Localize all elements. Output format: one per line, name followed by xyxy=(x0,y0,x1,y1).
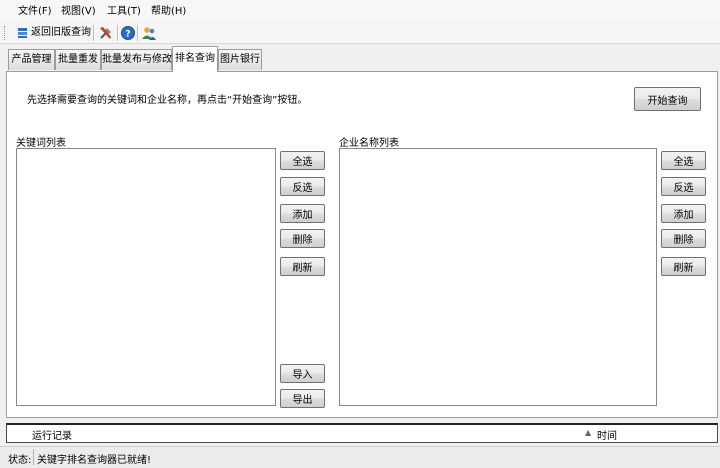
menu-bar: 文件(F) 视图(V) 工具(T) 帮助(H) xyxy=(0,0,720,22)
back-to-old-query-label: 返回旧版查询 xyxy=(31,27,91,38)
status-bar: 状态: 关键字排名查询器已就绪! xyxy=(0,446,720,468)
menu-help[interactable]: 帮助(H) xyxy=(148,5,189,19)
status-divider xyxy=(33,449,34,465)
menu-view[interactable]: 视图(V) xyxy=(58,5,99,19)
keyword-add-button[interactable]: 添加 xyxy=(280,204,325,223)
tab-batch-publish-modify[interactable]: 批量发布与修改 xyxy=(101,49,172,70)
company-listbox[interactable] xyxy=(339,148,657,406)
tools-button[interactable] xyxy=(98,25,114,41)
users-icon xyxy=(142,27,156,40)
help-icon: ? xyxy=(121,26,135,40)
sort-asc-icon: ▲ xyxy=(585,428,592,437)
tab-strip: 产品管理 批量重发 批量发布与修改 排名查询 图片银行 xyxy=(0,44,720,72)
run-log-header: 运行记录 ▲ 时间 xyxy=(6,423,718,443)
log-column-record[interactable]: 运行记录 xyxy=(32,427,72,442)
keyword-import-button[interactable]: 导入 xyxy=(280,364,325,383)
rank-query-panel: 先选择需要查询的关键词和企业名称，再点击“开始查询”按钮。 开始查询 关键词列表… xyxy=(6,71,718,418)
toolbar: 返回旧版查询 ? xyxy=(0,22,720,44)
return-icon xyxy=(18,28,27,38)
keyword-select-all-button[interactable]: 全选 xyxy=(280,151,325,170)
menu-file[interactable]: 文件(F) xyxy=(15,5,55,19)
toolbar-grip[interactable] xyxy=(4,26,7,40)
keyword-listbox[interactable] xyxy=(16,148,276,406)
toolbar-separator xyxy=(117,25,119,41)
keyword-delete-button[interactable]: 删除 xyxy=(280,229,325,248)
keyword-export-button[interactable]: 导出 xyxy=(280,389,325,408)
company-add-button[interactable]: 添加 xyxy=(661,204,706,223)
log-column-time[interactable]: 时间 xyxy=(597,427,617,442)
keyword-invert-selection-button[interactable]: 反选 xyxy=(280,177,325,196)
tab-image-bank[interactable]: 图片银行 xyxy=(218,49,262,70)
status-label: 状态: xyxy=(8,455,32,466)
help-button[interactable]: ? xyxy=(120,25,136,41)
toolbar-separator xyxy=(137,25,139,41)
company-delete-button[interactable]: 删除 xyxy=(661,229,706,248)
tab-product-management[interactable]: 产品管理 xyxy=(8,49,55,70)
tools-icon xyxy=(100,27,111,39)
status-message: 关键字排名查询器已就绪! xyxy=(37,455,152,466)
company-refresh-button[interactable]: 刷新 xyxy=(661,257,706,276)
keyword-refresh-button[interactable]: 刷新 xyxy=(280,257,325,276)
tab-batch-repost[interactable]: 批量重发 xyxy=(55,49,101,70)
company-select-all-button[interactable]: 全选 xyxy=(661,151,706,170)
svg-text:?: ? xyxy=(125,30,130,40)
company-list-title: 企业名称列表 xyxy=(339,138,399,149)
users-button[interactable] xyxy=(141,25,157,41)
back-to-old-query-button[interactable]: 返回旧版查询 xyxy=(17,24,91,42)
menu-tools[interactable]: 工具(T) xyxy=(104,5,144,19)
start-query-button[interactable]: 开始查询 xyxy=(634,87,701,111)
toolbar-separator xyxy=(93,25,95,41)
company-invert-selection-button[interactable]: 反选 xyxy=(661,177,706,196)
tab-rank-query[interactable]: 排名查询 xyxy=(172,46,218,72)
keyword-list-title: 关键词列表 xyxy=(16,138,66,149)
instruction-text: 先选择需要查询的关键词和企业名称，再点击“开始查询”按钮。 xyxy=(27,95,308,106)
